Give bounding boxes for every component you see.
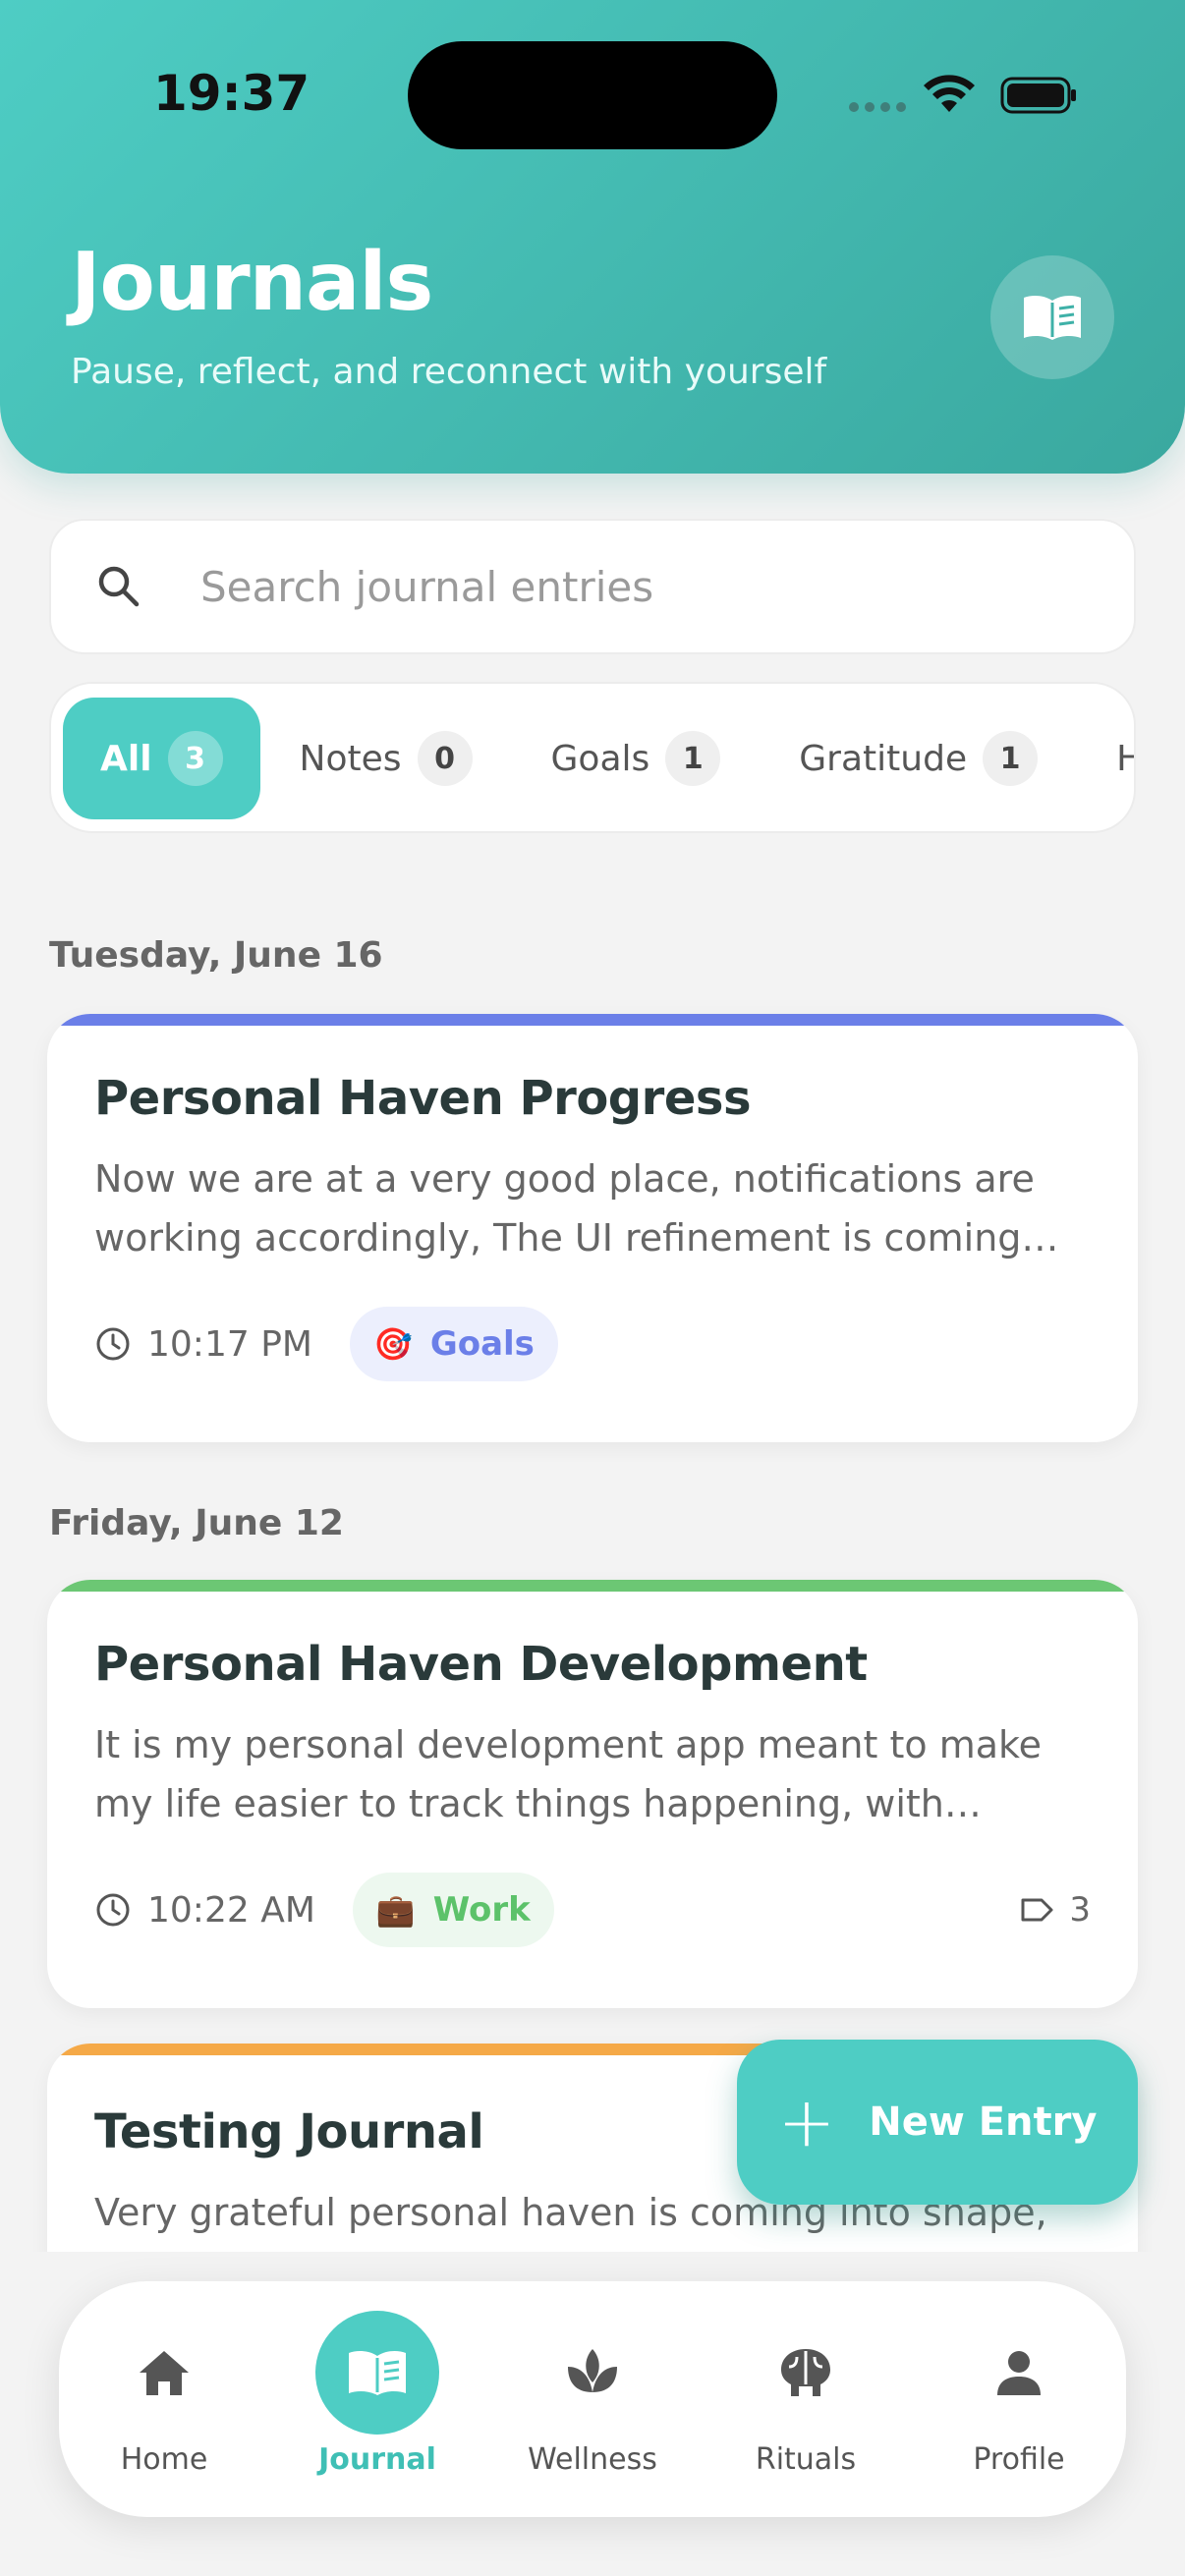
tag-label: Work [432,1890,531,1930]
page-subtitle: Pause, reflect, and reconnect with yours… [71,352,827,392]
search-input[interactable] [200,562,1036,611]
filter-chip-notes[interactable]: Notes 0 [260,698,512,819]
nav-item-wellness[interactable]: Wellness [494,2281,691,2517]
clock-icon [96,1327,130,1361]
home-icon [140,2351,189,2395]
date-header: Friday, June 12 [49,1503,344,1543]
header: 19:37 Journals Pause, reflect, and recon… [0,0,1185,474]
filter-chip-all[interactable]: All 3 [63,698,260,819]
wifi-icon [924,75,975,112]
tag-label: Goals [429,1324,535,1364]
filter-chip-count: 3 [167,731,223,786]
signal-icon [849,102,906,112]
filter-chip-count: 1 [983,731,1039,786]
nav-item-rituals[interactable]: Rituals [707,2281,904,2517]
entry-title: Personal Haven Progress [94,1071,752,1126]
search-bar[interactable] [49,519,1136,654]
nav-label: Profile [973,2442,1065,2477]
filter-chip-goals[interactable]: Goals 1 [512,698,761,819]
bottom-nav: Home Journal Wellness Rituals Profile [59,2281,1126,2517]
filter-chip-label: Goals [550,738,650,779]
nav-item-profile[interactable]: Profile [921,2281,1117,2517]
card-accent-bar [47,1580,1138,1592]
status-time: 19:37 [153,65,310,122]
nav-item-home[interactable]: Home [66,2281,262,2517]
search-icon [98,566,140,607]
journal-entry-card[interactable]: Personal Haven Development It is my pers… [47,1580,1138,2008]
entry-time: 10:22 AM [147,1889,315,1931]
brain-icon [781,2349,830,2396]
journal-icon [349,2351,406,2395]
filter-chip-gratitude[interactable]: Gratitude 1 [760,698,1077,819]
date-header: Tuesday, June 16 [49,935,383,976]
scroll-content: 19:37 Journals Pause, reflect, and recon… [0,0,1185,2252]
new-entry-button[interactable]: + New Entry [737,2040,1138,2205]
page-title: Journals [71,236,433,329]
card-accent-bar [47,1014,1138,1026]
entry-tag: 💼 Work [352,1873,554,1947]
nav-label: Home [120,2442,208,2477]
target-icon: 🎯 [372,1325,413,1363]
entry-meta: 10:22 AM 💼 Work 3 [94,1873,1091,1947]
nav-label: Wellness [528,2442,657,2477]
new-entry-label: New Entry [869,2100,1098,2145]
lotus-icon [568,2349,617,2392]
filter-chip-label: All [100,738,152,779]
clock-icon [96,1893,130,1927]
journal-entry-card[interactable]: Personal Haven Progress Now we are at a … [47,1014,1138,1442]
entry-preview: It is my personal development app meant … [94,1723,1043,1825]
filter-chips: All 3 Notes 0 Goals 1 Gratitude 1 H [49,682,1136,833]
filter-chip-h[interactable]: H [1077,698,1134,819]
filter-chip-label: Notes [299,738,402,779]
tag-icon [1021,1898,1053,1922]
entry-tag: 🎯 Goals [349,1307,558,1381]
entry-time: 10:17 PM [147,1323,312,1365]
filter-chip-count: 1 [665,731,721,786]
briefcase-icon: 💼 [375,1891,416,1929]
filter-chip-count: 0 [417,731,473,786]
entry-title: Personal Haven Development [94,1637,868,1692]
filter-chip-label: Gratitude [799,738,968,779]
person-icon [997,2351,1041,2395]
dynamic-island [408,41,777,149]
battery-icon [1000,77,1076,114]
tag-count: 3 [1020,1890,1091,1930]
journal-book-button[interactable] [990,255,1114,379]
nav-item-journal[interactable]: Journal [279,2281,476,2517]
entry-title: Testing Journal [94,2104,484,2159]
tag-count-value: 3 [1069,1890,1091,1930]
entry-meta: 10:17 PM 🎯 Goals [94,1307,1091,1381]
entry-preview: Now we are at a very good place, notific… [94,1157,1035,1260]
book-open-icon [1024,296,1081,340]
nav-label: Rituals [755,2442,857,2477]
nav-label: Journal [318,2442,436,2477]
filter-chip-label: H [1116,739,1134,779]
plus-icon: + [777,2082,836,2162]
